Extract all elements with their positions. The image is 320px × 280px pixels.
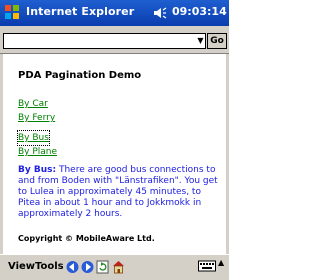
address-bar: ▼ Go xyxy=(0,26,229,54)
keyboard-menu-icon[interactable]: ▲ xyxy=(218,258,224,267)
back-arrow-icon[interactable] xyxy=(66,260,79,274)
copyright-notice: Copyright © MobileAware Ltd. xyxy=(18,234,155,243)
chevron-down-icon[interactable]: ▼ xyxy=(196,34,205,48)
refresh-icon[interactable] xyxy=(96,260,109,274)
go-button[interactable]: Go xyxy=(207,33,227,49)
bottom-toolbar: View Tools ▲ xyxy=(0,254,229,280)
view-menu[interactable]: View xyxy=(8,261,35,272)
page-title: PDA Pagination Demo xyxy=(18,70,142,81)
link-by-bus[interactable]: By Bus xyxy=(17,130,50,146)
link-by-car[interactable]: By Car xyxy=(18,97,57,111)
forward-arrow-icon[interactable] xyxy=(81,260,94,274)
tools-menu[interactable]: Tools xyxy=(35,261,64,272)
url-input[interactable] xyxy=(3,33,206,49)
link-by-plane[interactable]: By Plane xyxy=(18,145,57,159)
page-content: PDA Pagination Demo By Car By Ferry By B… xyxy=(0,54,229,254)
link-by-ferry[interactable]: By Ferry xyxy=(18,111,57,125)
app-title: Internet Explorer xyxy=(26,5,135,18)
bus-info-label: By Bus: xyxy=(18,165,57,175)
nav-links: By Car By Ferry By Bus By Plane xyxy=(17,97,57,159)
home-icon[interactable] xyxy=(112,260,125,274)
clock[interactable]: 09:03:14 xyxy=(172,5,227,18)
windows-flag-icon[interactable] xyxy=(4,4,20,20)
speaker-icon[interactable] xyxy=(153,6,167,20)
title-bar: Internet Explorer 09:03:14 xyxy=(0,0,229,26)
bus-info-paragraph: By Bus: There are good bus connections t… xyxy=(18,165,223,220)
keyboard-icon[interactable] xyxy=(198,259,216,273)
